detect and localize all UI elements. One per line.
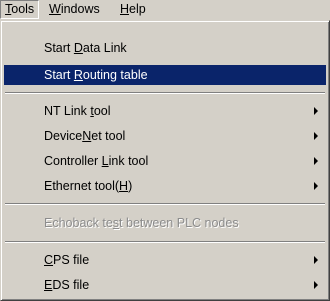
menu-item-controller-link-tool[interactable]: Controller Link tool	[4, 151, 326, 171]
menu-item-cps-file[interactable]: CPS file	[4, 250, 326, 270]
menu-item-nt-link-tool[interactable]: NT Link tool	[4, 101, 326, 121]
menu-separator	[5, 241, 325, 243]
submenu-arrow-icon	[314, 256, 318, 264]
menu-item-ethernet-tool[interactable]: Ethernet tool(H)	[4, 176, 326, 196]
menu-item-devicenet-tool[interactable]: DeviceNet tool	[4, 126, 326, 146]
submenu-arrow-icon	[314, 281, 318, 289]
tools-dropdown-menu: Start Data Link Start Routing table NT L…	[0, 20, 330, 301]
menu-separator	[5, 92, 325, 94]
menu-windows[interactable]: Windows	[45, 0, 104, 19]
menu-bar: Tools Windows Help	[0, 0, 330, 20]
submenu-arrow-icon	[314, 182, 318, 190]
menu-item-echoback-test: Echoback test between PLC nodes	[44, 216, 239, 230]
submenu-arrow-icon	[314, 132, 318, 140]
menu-tools[interactable]: Tools	[0, 0, 40, 19]
submenu-arrow-icon	[314, 157, 318, 165]
menu-item-start-data-link[interactable]: Start Data Link	[4, 38, 326, 58]
menu-item-eds-file[interactable]: EDS file	[4, 275, 326, 295]
menu-help[interactable]: Help	[116, 0, 150, 19]
menu-item-start-routing-table[interactable]: Start Routing table	[4, 65, 326, 85]
submenu-arrow-icon	[314, 107, 318, 115]
menu-separator	[5, 203, 325, 205]
